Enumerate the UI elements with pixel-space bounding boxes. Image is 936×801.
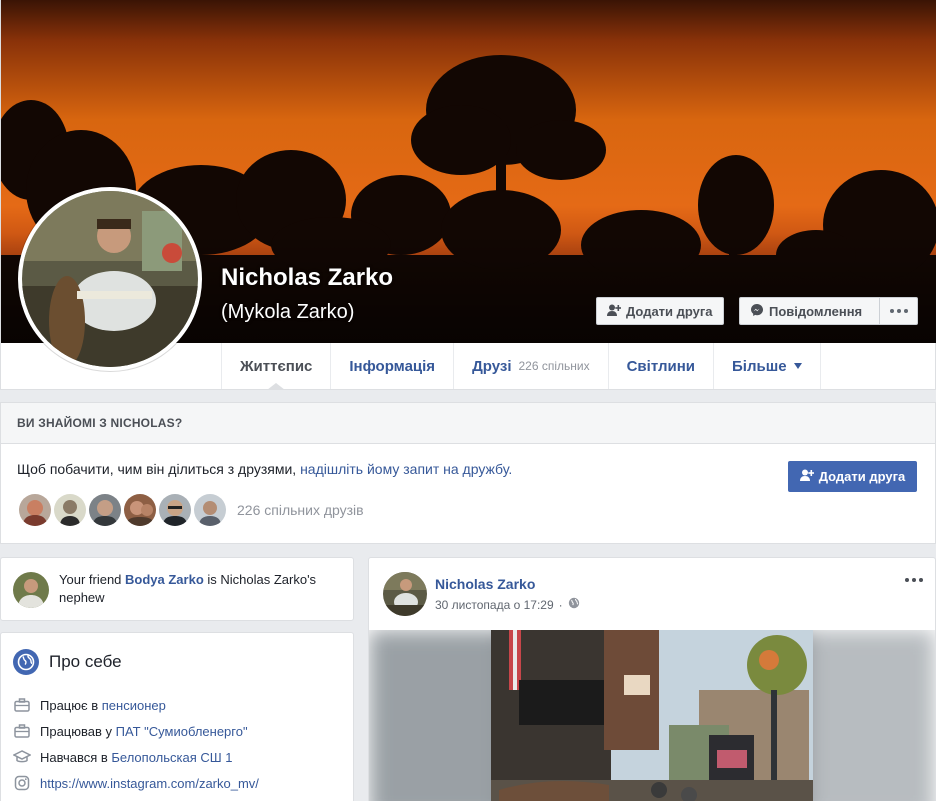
education-link[interactable]: Белопольская СШ 1 <box>111 750 232 765</box>
more-dots-icon <box>905 578 923 582</box>
briefcase-icon <box>13 697 31 713</box>
tab-more[interactable]: Більше <box>714 343 821 389</box>
tab-photos[interactable]: Світлини <box>609 343 714 389</box>
add-friend-label: Додати друга <box>626 303 713 319</box>
instagram-icon <box>13 775 31 791</box>
mutual-friends[interactable]: 226 спільних друзів <box>17 492 364 528</box>
intro-row-work: Працює в пенсионер <box>13 697 166 713</box>
tab-friends[interactable]: Друзі 226 спільних <box>454 343 609 389</box>
add-friend-button[interactable]: Додати друга <box>596 297 724 325</box>
profile-tabs: Життєпис Інформація Друзі 226 спільних Св… <box>221 343 821 390</box>
mutual-friend-avatar[interactable] <box>157 492 193 528</box>
add-friend-icon <box>799 469 815 484</box>
message-label: Повідомлення <box>769 303 863 319</box>
past-work-link[interactable]: ПАТ "Сумиобленерго" <box>116 724 248 739</box>
more-dots-icon <box>889 309 908 313</box>
post-timestamp[interactable]: 30 листопада о 17:29 <box>435 598 554 612</box>
mutual-friend-avatar[interactable] <box>122 492 158 528</box>
profile-name: Nicholas Zarko <box>221 264 394 291</box>
mutual-friends-count-text[interactable]: 226 спільних друзів <box>237 502 364 518</box>
timeline-post: Nicholas Zarko 30 листопада о 17:29 · <box>368 557 936 801</box>
profile-avatar[interactable] <box>18 187 202 371</box>
intro-heading: Про себе <box>13 649 122 675</box>
add-friend-icon <box>607 304 622 319</box>
globe-icon <box>13 649 39 675</box>
intro-row-past-work: Працював у ПАТ "Сумиобленерго" <box>13 723 248 739</box>
post-author-name[interactable]: Nicholas Zarko <box>435 576 535 592</box>
send-request-link[interactable]: надішліть йому запит на дружбу. <box>300 461 512 477</box>
messenger-icon <box>750 303 764 320</box>
tab-timeline[interactable]: Життєпис <box>222 343 332 390</box>
mutual-friends-count: 226 спільних <box>518 359 590 373</box>
friend-avatar[interactable] <box>13 572 49 608</box>
post-author-avatar[interactable] <box>383 572 427 616</box>
instagram-link[interactable]: https://www.instagram.com/zarko_mv/ <box>40 776 259 791</box>
post-video[interactable] <box>369 630 935 801</box>
mutual-friend-avatar[interactable] <box>192 492 228 528</box>
briefcase-icon <box>13 723 31 739</box>
mutual-friend-avatar[interactable] <box>52 492 88 528</box>
do-you-know-panel: ВИ ЗНАЙОМІ З NICHOLAS? Щоб побачити, чим… <box>0 402 936 544</box>
do-you-know-text: Щоб побачити, чим він ділиться з друзями… <box>17 461 513 477</box>
tab-about[interactable]: Інформація <box>331 343 455 389</box>
relationship-text: Your friend Bodya Zarko is Nicholas Zark… <box>59 572 317 605</box>
graduation-cap-icon <box>13 749 31 765</box>
post-meta: 30 листопада о 17:29 · <box>435 597 580 612</box>
do-you-know-heading: ВИ ЗНАЙОМІ З NICHOLAS? <box>1 403 935 444</box>
intro-row-education: Навчався в Белопольская СШ 1 <box>13 749 233 765</box>
mutual-friend-avatar[interactable] <box>87 492 123 528</box>
friend-link[interactable]: Bodya Zarko <box>125 572 204 587</box>
public-globe-icon[interactable] <box>568 597 580 612</box>
message-button[interactable]: Повідомлення <box>739 297 880 325</box>
post-options-button[interactable] <box>905 578 923 582</box>
more-options-button[interactable] <box>879 297 918 325</box>
profile-header: Nicholas Zarko (Mykola Zarko) Додати дру… <box>0 0 936 390</box>
mutual-friend-avatar[interactable] <box>17 492 53 528</box>
caret-down-icon <box>793 363 802 369</box>
add-friend-primary-button[interactable]: Додати друга <box>788 461 917 492</box>
intro-row-instagram: https://www.instagram.com/zarko_mv/ <box>13 775 259 791</box>
profile-alternate-name: (Mykola Zarko) <box>221 301 355 323</box>
work-link[interactable]: пенсионер <box>102 698 166 713</box>
relationship-card: Your friend Bodya Zarko is Nicholas Zark… <box>0 557 354 621</box>
intro-card: Про себе Працює в пенсионер Працював у П… <box>0 632 354 801</box>
